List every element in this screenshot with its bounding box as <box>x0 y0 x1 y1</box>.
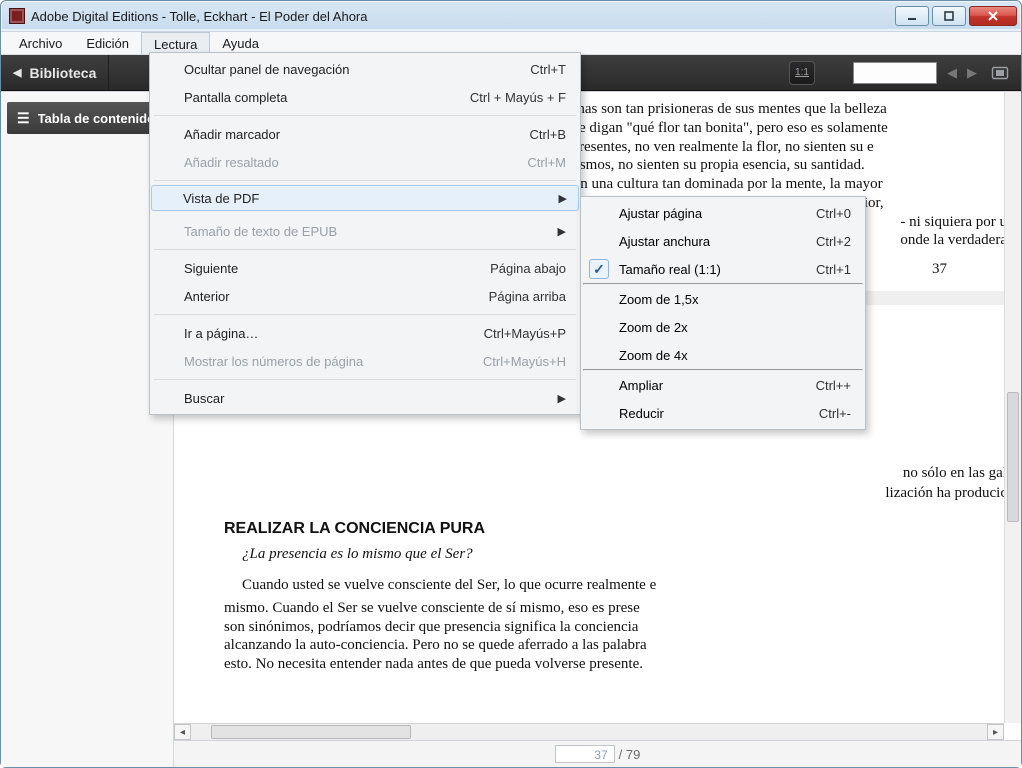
menu-fullscreen[interactable]: Pantalla completaCtrl + Mayús + F <box>152 83 578 111</box>
submenu-zoom-4x[interactable]: Zoom de 4x <box>583 341 863 369</box>
menu-search[interactable]: Buscar▶ <box>152 384 578 412</box>
close-button[interactable] <box>969 6 1017 26</box>
actual-size-icon: 1:1 <box>795 67 809 78</box>
lectura-menu: Ocultar panel de navegaciónCtrl+T Pantal… <box>149 52 581 415</box>
maximize-icon <box>944 11 954 21</box>
submenu-fit-width[interactable]: Ajustar anchuraCtrl+2 <box>583 227 863 255</box>
page-number-field[interactable]: 37 <box>555 745 615 763</box>
close-icon <box>987 11 999 21</box>
menu-next-page[interactable]: SiguientePágina abajo <box>152 254 578 282</box>
titlebar: Adobe Digital Editions - Tolle, Eckhart … <box>1 1 1021 31</box>
menu-lectura[interactable]: Lectura <box>141 32 210 54</box>
text-line: sonas son tan prisioneras de sus mentes … <box>564 101 887 117</box>
section-question: ¿La presencia es lo mismo que el Ser? <box>224 545 1007 564</box>
menu-pdf-view[interactable]: Vista de PDF▶ <box>151 185 579 211</box>
library-label: Biblioteca <box>29 65 96 81</box>
menu-archivo[interactable]: Archivo <box>7 32 74 54</box>
menu-epub-text-size: Tamaño de texto de EPUB▶ <box>152 217 578 245</box>
submenu-zoom-out[interactable]: ReducirCtrl+- <box>583 399 863 427</box>
toc-label: Tabla de contenidos <box>38 111 157 126</box>
section-heading: REALIZAR LA CONCIENCIA PURA <box>224 519 1007 539</box>
hscroll-thumb[interactable] <box>211 725 411 739</box>
text-line: onde la verdadera <box>900 232 1007 248</box>
submenu-arrow-icon: ▶ <box>558 392 566 405</box>
fullscreen-icon <box>991 66 1009 80</box>
minimize-button[interactable] <box>895 6 929 26</box>
submenu-zoom-15x[interactable]: Zoom de 1,5x <box>583 285 863 313</box>
check-icon: ✓ <box>589 259 609 279</box>
actual-size-button[interactable]: 1:1 <box>789 61 815 85</box>
submenu-actual-size[interactable]: ✓ Tamaño real (1:1)Ctrl+1 <box>583 255 863 283</box>
minimize-icon <box>907 11 917 21</box>
body-text: mismo. Cuando el Ser se vuelve conscient… <box>224 599 1007 674</box>
text-line: , presentes, no ven realmente la flor, n… <box>564 139 874 155</box>
horizontal-scrollbar[interactable]: ◂ ▸ <box>174 723 1004 740</box>
submenu-zoom-2x[interactable]: Zoom de 2x <box>583 313 863 341</box>
page-counter: 37 / 79 <box>174 741 1021 767</box>
text-line: que digan "qué flor tan bonita", pero es… <box>564 120 888 136</box>
submenu-arrow-icon: ▶ <box>558 225 566 238</box>
menu-add-highlight: Añadir resaltadoCtrl+M <box>152 148 578 176</box>
menu-prev-page[interactable]: AnteriorPágina arriba <box>152 282 578 310</box>
body-text: Cuando usted se vuelve consciente del Se… <box>224 576 1007 595</box>
maximize-button[interactable] <box>932 6 966 26</box>
library-button[interactable]: ◀ Biblioteca <box>1 55 109 90</box>
text-line: no sólo en las gal <box>903 465 1007 481</box>
page-search-field[interactable] <box>853 62 937 84</box>
text-line: s en una cultura tan dominada por la men… <box>564 176 883 192</box>
text-line: mismos, no sienten su propia esencia, su… <box>564 157 865 173</box>
window-title: Adobe Digital Editions - Tolle, Eckhart … <box>31 9 368 24</box>
next-page-button[interactable]: ▶ <box>967 65 977 81</box>
pdf-view-submenu: Ajustar páginaCtrl+0 Ajustar anchuraCtrl… <box>580 196 866 430</box>
back-triangle-icon: ◀ <box>13 66 21 79</box>
prev-page-button[interactable]: ◀ <box>947 65 957 81</box>
submenu-arrow-icon: ▶ <box>559 192 567 205</box>
fullscreen-button[interactable] <box>987 61 1013 85</box>
submenu-zoom-in[interactable]: AmpliarCtrl++ <box>583 371 863 399</box>
menu-add-bookmark[interactable]: Añadir marcadorCtrl+B <box>152 120 578 148</box>
menu-show-page-numbers: Mostrar los números de páginaCtrl+Mayús+… <box>152 347 578 375</box>
text-line: lización ha producic <box>885 485 1007 501</box>
menu-ayuda[interactable]: Ayuda <box>210 32 271 54</box>
vertical-scrollbar[interactable] <box>1004 92 1021 723</box>
app-icon <box>9 8 25 24</box>
menu-hide-nav[interactable]: Ocultar panel de navegaciónCtrl+T <box>152 55 578 83</box>
page-total: / 79 <box>619 747 641 762</box>
submenu-fit-page[interactable]: Ajustar páginaCtrl+0 <box>583 199 863 227</box>
toc-icon: ☰ <box>17 110 30 127</box>
menu-goto-page[interactable]: Ir a página…Ctrl+Mayús+P <box>152 319 578 347</box>
menu-edicion[interactable]: Edición <box>74 32 141 54</box>
toc-header[interactable]: ☰ Tabla de contenidos <box>7 102 167 134</box>
scroll-right-button[interactable]: ▸ <box>987 724 1004 740</box>
scroll-thumb[interactable] <box>1007 392 1019 522</box>
scroll-left-button[interactable]: ◂ <box>174 724 191 740</box>
text-line: - ni siquiera por u <box>900 214 1007 230</box>
